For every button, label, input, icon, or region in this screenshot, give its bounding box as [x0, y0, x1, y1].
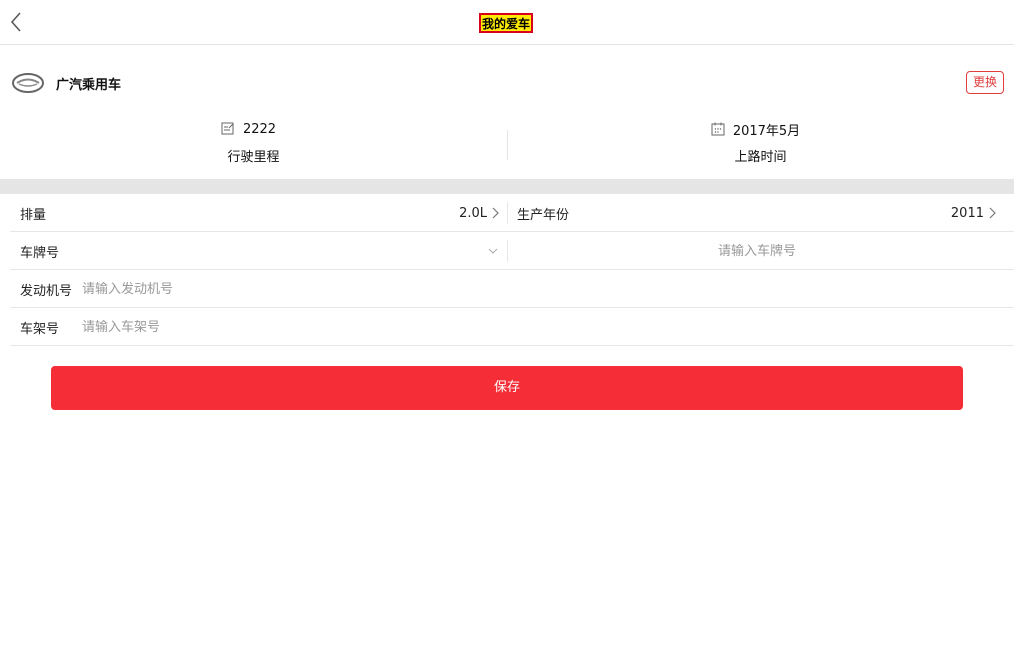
page-title: 我的爱车: [479, 13, 534, 33]
year-label: 生产年份: [517, 194, 569, 232]
displacement-select[interactable]: 2.0L: [450, 194, 500, 232]
engine-input-cell: [82, 270, 982, 308]
mileage-value: 2222: [242, 121, 277, 137]
engine-number-input[interactable]: [82, 281, 682, 297]
displacement-label: 排量: [20, 194, 46, 232]
car-info-form: 排量 2.0L 生产年份 2011 车牌号 请输入车牌号 发动机号 请输入发动机…: [10, 194, 1014, 346]
chevron-right-icon: [989, 207, 996, 219]
plate-number-input[interactable]: [707, 243, 807, 259]
mileage-label: 行驶里程: [227, 150, 280, 165]
year-select[interactable]: 2011: [940, 194, 997, 232]
engine-label: 发动机号: [20, 270, 72, 308]
frame-input-cell: [82, 308, 982, 346]
row-divider: [507, 240, 508, 262]
frame-label: 车架号: [20, 308, 59, 346]
row-divider: [507, 202, 508, 224]
save-button[interactable]: 保存: [51, 366, 963, 410]
plate-label: 车牌号: [20, 232, 59, 270]
plate-region-dropdown[interactable]: [486, 232, 500, 270]
car-brand-row: 广汽乘用车 更换: [0, 62, 1014, 104]
section-divider: [0, 179, 1014, 194]
engine-label-text: 发动机号: [20, 283, 73, 299]
calendar-icon: [711, 122, 725, 136]
displacement-value: 2.0L: [459, 205, 487, 221]
car-stats: 2222 行驶里程 2017年5月 上路时间: [0, 114, 1014, 172]
road-date-value: 2017年5月: [732, 123, 801, 139]
brand-name: 广汽乘用车: [56, 78, 122, 93]
edit-note-icon: [221, 122, 234, 135]
chevron-left-icon: [10, 12, 21, 32]
frame-label-text: 车架号: [20, 321, 60, 337]
chevron-right-icon: [492, 207, 499, 219]
displacement-year-row: 排量 2.0L 生产年份 2011: [10, 194, 1014, 232]
gac-logo-icon: [12, 73, 44, 93]
change-car-button[interactable]: 更换: [966, 71, 1004, 94]
engine-row: 发动机号: [10, 270, 1014, 308]
year-value: 2011: [950, 205, 984, 221]
back-button[interactable]: [6, 9, 28, 35]
displacement-label-text: 排量: [20, 207, 47, 223]
chevron-down-icon: [488, 248, 498, 254]
mileage-stat[interactable]: 2222 行驶里程: [0, 114, 507, 172]
road-date-label: 上路时间: [734, 150, 787, 165]
plate-input-cell: [517, 232, 997, 270]
plate-row: 车牌号: [10, 232, 1014, 270]
year-label-text: 生产年份: [517, 207, 570, 223]
top-bar: 我的爱车: [0, 0, 1014, 45]
plate-label-text: 车牌号: [20, 245, 60, 261]
frame-row: 车架号: [10, 308, 1014, 346]
frame-number-input[interactable]: [82, 319, 682, 335]
road-date-stat[interactable]: 2017年5月 上路时间: [507, 114, 1014, 172]
